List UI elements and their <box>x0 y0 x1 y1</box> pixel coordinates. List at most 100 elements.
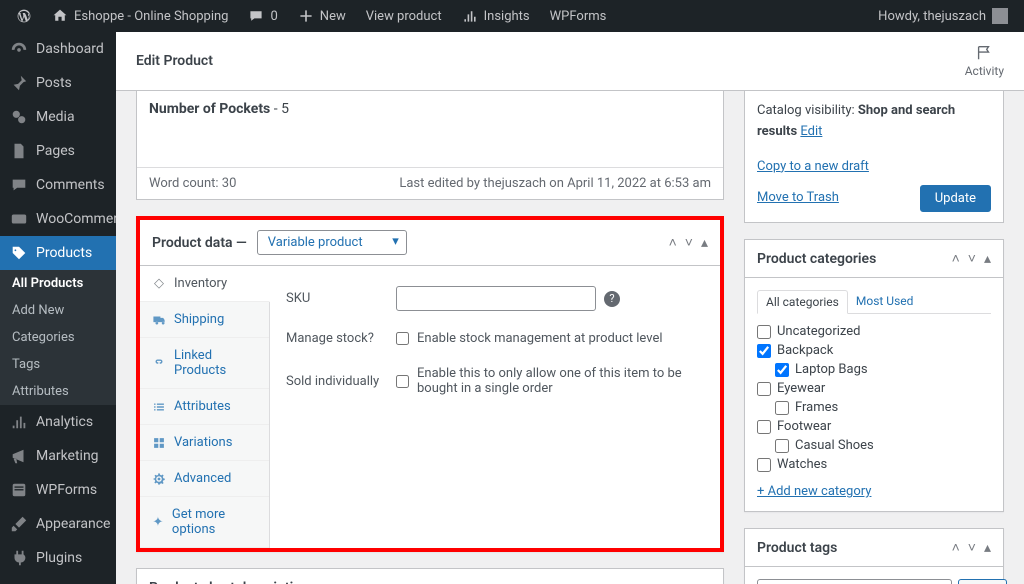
panel-up-icon[interactable]: ˄ <box>672 579 680 584</box>
more-icon: ✦ <box>152 515 164 529</box>
tab-more[interactable]: ✦Get more options <box>140 497 269 548</box>
admin-bar: Eshoppe - Online Shopping 0 New View pro… <box>0 0 1024 32</box>
tab-variations[interactable]: Variations <box>140 425 269 461</box>
wp-logo[interactable] <box>8 0 40 32</box>
tab-linked[interactable]: Linked Products <box>140 338 269 389</box>
tab-advanced[interactable]: Advanced <box>140 461 269 497</box>
menu-products[interactable]: Products <box>0 236 116 270</box>
analytics-icon <box>10 413 28 431</box>
panel-toggle-icon[interactable]: ▴ <box>704 580 711 584</box>
manage-stock-label: Manage stock? <box>286 331 396 346</box>
panel-down-icon[interactable]: ˅ <box>968 539 976 556</box>
tag-input[interactable] <box>757 579 952 584</box>
panel-up-icon[interactable]: ˄ <box>952 539 960 556</box>
pin-icon <box>10 74 28 92</box>
cat-item[interactable]: Eyewear <box>757 379 991 398</box>
menu-pages[interactable]: Pages <box>0 134 116 168</box>
site-name-label: Eshoppe - Online Shopping <box>74 9 228 24</box>
panel-up-icon[interactable]: ˄ <box>669 234 677 251</box>
cat-item[interactable]: Backpack <box>757 341 991 360</box>
plug-icon <box>10 549 28 567</box>
menu-wpforms[interactable]: WPForms <box>0 473 116 507</box>
media-icon <box>10 108 28 126</box>
dashboard-icon <box>10 40 28 58</box>
panel-toggle-icon[interactable]: ▴ <box>984 540 991 556</box>
insights-link[interactable]: Insights <box>454 0 538 32</box>
panel-toggle-icon[interactable]: ▴ <box>701 235 708 251</box>
wordpress-icon <box>16 8 32 24</box>
menu-media[interactable]: Media <box>0 100 116 134</box>
cat-item[interactable]: Watches <box>757 455 991 474</box>
new-content[interactable]: New <box>290 0 354 32</box>
my-account[interactable]: Howdy, thejuszach <box>870 0 1016 32</box>
view-product[interactable]: View product <box>358 0 450 32</box>
categories-box: Product categories ˄˅▴ All categories Mo… <box>744 239 1004 512</box>
move-to-trash[interactable]: Move to Trash <box>757 188 839 209</box>
panel-toggle-icon[interactable]: ▴ <box>984 251 991 267</box>
submenu-add-new[interactable]: Add New <box>0 297 116 324</box>
site-name[interactable]: Eshoppe - Online Shopping <box>44 0 236 32</box>
menu-appearance[interactable]: Appearance <box>0 507 116 541</box>
help-icon[interactable]: ? <box>604 291 620 307</box>
tab-inventory[interactable]: ◇Inventory <box>140 266 270 302</box>
cat-item[interactable]: Frames <box>757 398 991 417</box>
menu-users[interactable]: Users <box>0 575 116 584</box>
menu-marketing[interactable]: Marketing <box>0 439 116 473</box>
chart-icon <box>462 8 478 24</box>
product-type-select[interactable]: Variable product <box>257 230 407 255</box>
cat-item[interactable]: Casual Shoes <box>757 436 991 455</box>
panel-down-icon[interactable]: ˅ <box>688 579 696 584</box>
tags-title: Product tags <box>757 540 837 556</box>
tab-shipping[interactable]: Shipping <box>140 302 269 338</box>
product-data-tabs: ◇Inventory Shipping Linked Products Attr… <box>140 266 270 548</box>
sold-individually-label: Sold individually <box>286 374 396 389</box>
visibility-edit[interactable]: Edit <box>800 124 822 139</box>
menu-analytics[interactable]: Analytics <box>0 405 116 439</box>
manage-stock-checkbox[interactable] <box>396 332 409 345</box>
word-count: Word count: 30 <box>149 176 236 191</box>
cat-item[interactable]: Uncategorized <box>757 322 991 341</box>
update-button[interactable]: Update <box>920 185 991 212</box>
avatar <box>992 8 1008 24</box>
category-list: Uncategorized Backpack Laptop Bags Eyewe… <box>757 322 991 474</box>
inventory-icon: ◇ <box>152 277 166 291</box>
last-edited: Last edited by thejuszach on April 11, 2… <box>399 176 711 191</box>
submenu-categories[interactable]: Categories <box>0 324 116 351</box>
cat-item[interactable]: Footwear <box>757 417 991 436</box>
submenu-all-products[interactable]: All Products <box>0 270 116 297</box>
product-data-title: Product data — <box>152 235 247 251</box>
visibility-label: Catalog visibility: <box>757 103 855 118</box>
submenu-attributes[interactable]: Attributes <box>0 378 116 405</box>
plus-icon <box>298 8 314 24</box>
sku-label: SKU <box>286 291 396 306</box>
add-category-link[interactable]: + Add new category <box>757 484 871 499</box>
menu-dashboard[interactable]: Dashboard <box>0 32 116 66</box>
sold-individually-checkbox[interactable] <box>396 375 409 388</box>
menu-plugins[interactable]: Plugins <box>0 541 116 575</box>
publish-box: Catalog visibility: Shop and search resu… <box>744 91 1004 223</box>
panel-up-icon[interactable]: ˄ <box>952 250 960 267</box>
megaphone-icon <box>10 447 28 465</box>
tab-most-used[interactable]: Most Used <box>848 290 922 313</box>
comments-link[interactable]: 0 <box>240 0 285 32</box>
menu-posts[interactable]: Posts <box>0 66 116 100</box>
copy-draft-link[interactable]: Copy to a new draft <box>757 159 869 174</box>
tags-box: Product tags ˄˅▴ Add Separate tags with … <box>744 528 1004 584</box>
admin-sidebar: Dashboard Posts Media Pages Comments Woo… <box>0 32 116 584</box>
flag-icon <box>974 44 994 62</box>
woo-icon <box>10 210 28 228</box>
sku-input[interactable] <box>396 286 596 311</box>
tab-attributes[interactable]: Attributes <box>140 389 269 425</box>
panel-down-icon[interactable]: ˅ <box>685 234 693 251</box>
menu-woocommerce[interactable]: WooCommerce <box>0 202 116 236</box>
add-tag-button[interactable]: Add <box>958 579 1007 584</box>
activity-button[interactable]: Activity <box>965 44 1004 78</box>
page-header: Edit Product Activity <box>116 32 1024 91</box>
submenu-tags[interactable]: Tags <box>0 351 116 378</box>
wpforms-link[interactable]: WPForms <box>542 0 615 32</box>
cat-item[interactable]: Laptop Bags <box>757 360 991 379</box>
tab-all-categories[interactable]: All categories <box>757 290 848 314</box>
comment-icon <box>248 8 264 24</box>
panel-down-icon[interactable]: ˅ <box>968 250 976 267</box>
menu-comments[interactable]: Comments <box>0 168 116 202</box>
